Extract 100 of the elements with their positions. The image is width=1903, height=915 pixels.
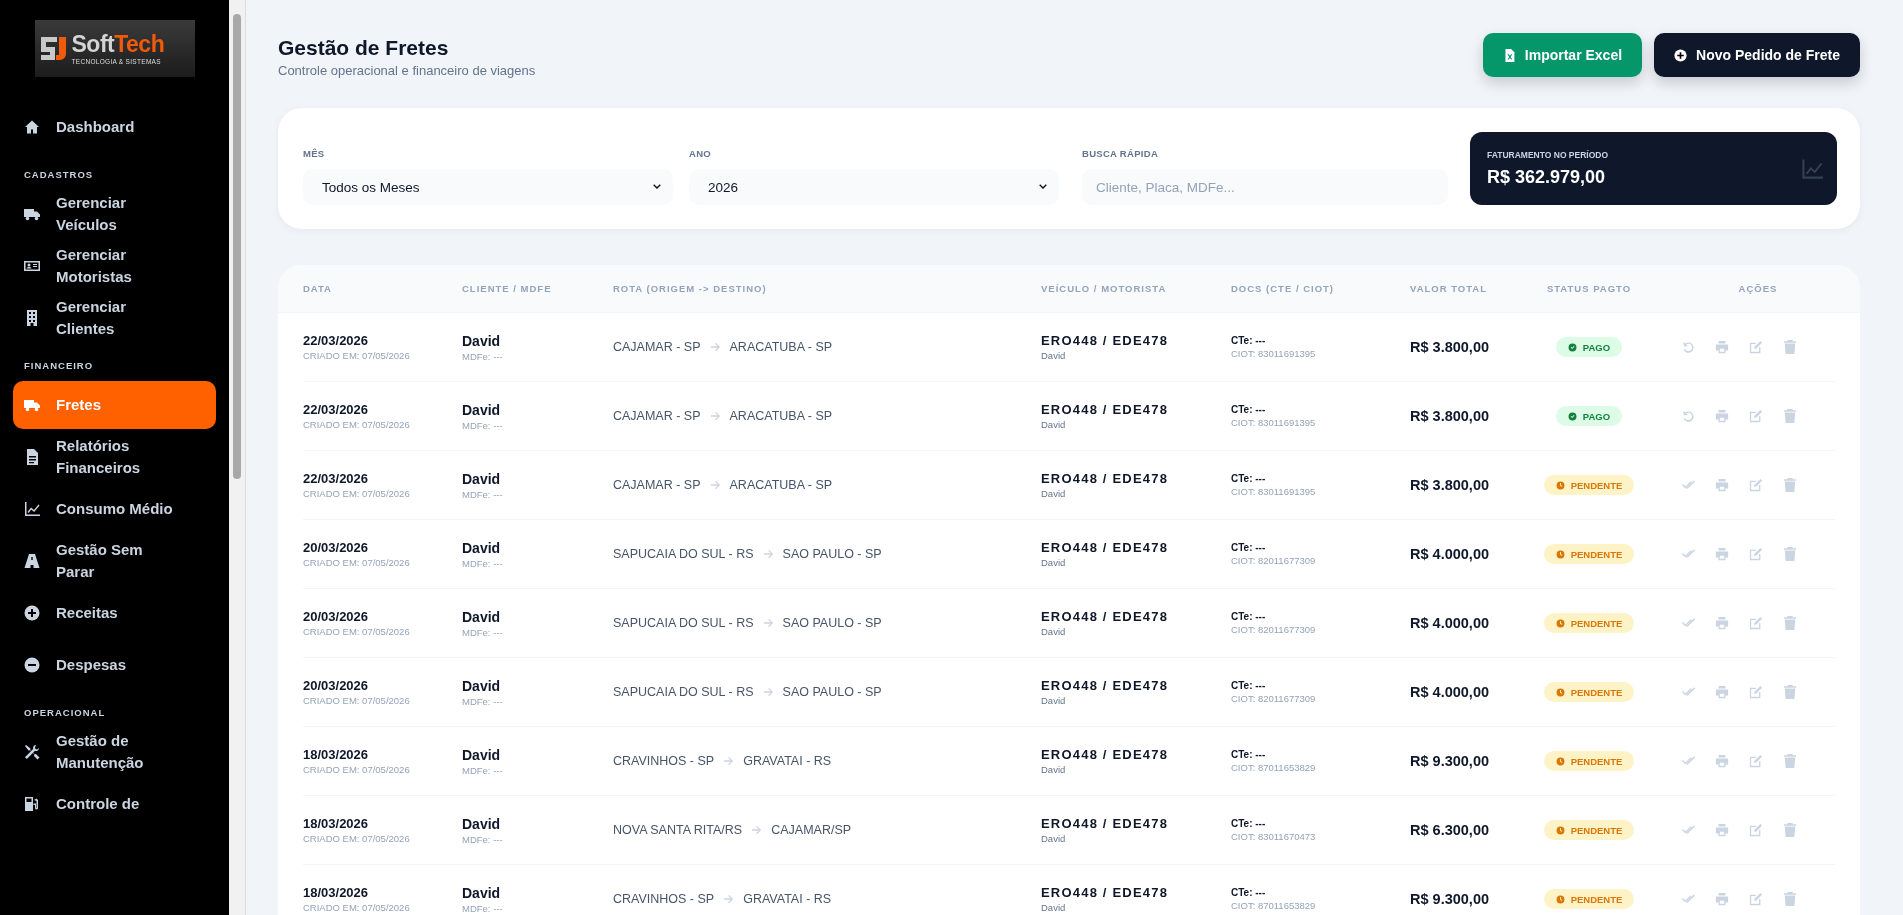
cte-text: CTe: --- <box>1231 473 1266 484</box>
status-badge: PAGO <box>1555 406 1623 426</box>
mark-paid-button[interactable] <box>1681 823 1695 837</box>
print-button[interactable] <box>1715 340 1729 354</box>
nav-item[interactable]: Despesas <box>13 641 216 689</box>
trash-icon <box>1783 547 1797 561</box>
mdfe-text: MDFe: --- <box>462 833 503 845</box>
delete-button[interactable] <box>1783 616 1797 630</box>
ciot-text: CIOT: 83011670473 <box>1231 831 1316 842</box>
print-button[interactable] <box>1715 754 1729 768</box>
delete-button[interactable] <box>1783 547 1797 561</box>
nav-item[interactable]: Relatórios Financeiros <box>13 433 216 481</box>
delete-button[interactable] <box>1783 823 1797 837</box>
nav-icon <box>24 501 40 517</box>
delete-button[interactable] <box>1783 754 1797 768</box>
driver-name: David <box>1041 626 1066 637</box>
status-badge: PENDENTE <box>1543 751 1635 771</box>
edit-icon <box>1749 616 1763 630</box>
edit-icon <box>1749 823 1763 837</box>
mark-paid-button[interactable] <box>1681 616 1695 630</box>
check-circle-icon <box>1567 342 1577 352</box>
print-button[interactable] <box>1715 409 1729 423</box>
client-name: David <box>462 470 501 487</box>
column-header: VALOR TOTAL <box>1410 283 1487 294</box>
edit-button[interactable] <box>1749 409 1763 423</box>
delete-button[interactable] <box>1783 409 1797 423</box>
nav-icon <box>24 119 40 135</box>
edit-button[interactable] <box>1749 754 1763 768</box>
print-button[interactable] <box>1715 547 1729 561</box>
edit-button[interactable] <box>1749 478 1763 492</box>
undo-button[interactable] <box>1681 340 1695 354</box>
new-order-button[interactable]: Novo Pedido de Frete <box>1654 33 1860 77</box>
created-date-text: CRIADO EM: 07/05/2026 <box>303 833 410 844</box>
cte-text: CTe: --- <box>1231 542 1266 553</box>
mark-paid-button[interactable] <box>1681 685 1695 699</box>
edit-icon <box>1749 340 1763 354</box>
scrollbar[interactable] <box>229 0 246 915</box>
mark-paid-button[interactable] <box>1681 754 1695 768</box>
nav-item[interactable]: Gerenciar Clientes <box>13 294 216 342</box>
delete-button[interactable] <box>1783 685 1797 699</box>
print-button[interactable] <box>1715 892 1729 906</box>
clock-icon <box>1555 618 1565 628</box>
printer-icon <box>1715 478 1729 492</box>
client-name: David <box>462 332 501 349</box>
nav-item[interactable]: Controle de <box>13 780 216 828</box>
mdfe-text: MDFe: --- <box>462 626 503 638</box>
edit-button[interactable] <box>1749 616 1763 630</box>
delete-button[interactable] <box>1783 892 1797 906</box>
total-value: R$ 3.800,00 <box>1410 477 1489 493</box>
field-label: MÊS <box>303 148 326 159</box>
edit-button[interactable] <box>1749 340 1763 354</box>
nav-item[interactable]: Gerenciar Veículos <box>13 190 216 238</box>
arrow-right-icon <box>709 480 721 490</box>
nav-item[interactable]: Gestão Sem Parar <box>13 537 216 585</box>
nav-item[interactable]: Gestão de Manutenção <box>13 728 216 776</box>
edit-button[interactable] <box>1749 823 1763 837</box>
search-field[interactable]: Cliente, Placa, MDFe... <box>1082 169 1448 205</box>
date-text: 20/03/2026 <box>303 678 369 693</box>
created-date-text: CRIADO EM: 07/05/2026 <box>303 764 410 775</box>
printer-icon <box>1715 685 1729 699</box>
arrow-right-icon <box>762 618 774 628</box>
nav-item[interactable]: Consumo Médio <box>13 485 216 533</box>
arrow-right-icon <box>709 411 721 421</box>
clock-icon <box>1555 687 1565 697</box>
mark-paid-button[interactable] <box>1681 478 1695 492</box>
year-select[interactable]: 2026 <box>689 169 1059 205</box>
nav-item[interactable]: Receitas <box>13 589 216 637</box>
nav-item[interactable]: Gerenciar Motoristas <box>13 242 216 290</box>
ciot-text: CIOT: 87011653829 <box>1231 762 1316 773</box>
delete-button[interactable] <box>1783 478 1797 492</box>
column-header: AÇÕES <box>1738 283 1778 294</box>
status-badge: PENDENTE <box>1543 889 1635 909</box>
mdfe-text: MDFe: --- <box>462 419 503 431</box>
arrow-right-icon <box>762 549 774 559</box>
delete-button[interactable] <box>1783 340 1797 354</box>
date-text: 18/03/2026 <box>303 885 369 900</box>
origin-text: SAPUCAIA DO SUL - RS <box>613 547 754 561</box>
double-check-icon <box>1681 616 1695 630</box>
print-button[interactable] <box>1715 478 1729 492</box>
cte-text: CTe: --- <box>1231 887 1266 898</box>
arrow-right-icon <box>723 894 735 904</box>
edit-button[interactable] <box>1749 892 1763 906</box>
print-button[interactable] <box>1715 685 1729 699</box>
mark-paid-button[interactable] <box>1681 547 1695 561</box>
undo-button[interactable] <box>1681 409 1695 423</box>
page-title: Gestão de Fretes <box>278 36 450 60</box>
import-button[interactable]: Importar Excel <box>1482 33 1643 77</box>
double-check-icon <box>1681 547 1695 561</box>
ciot-text: CIOT: 83011691395 <box>1231 348 1316 359</box>
month-select[interactable]: Todos os Meses <box>303 169 673 205</box>
line-chart-icon <box>1801 157 1823 180</box>
nav-item[interactable]: Dashboard <box>13 103 216 151</box>
client-name: David <box>462 746 501 763</box>
mdfe-text: MDFe: --- <box>462 350 503 362</box>
mark-paid-button[interactable] <box>1681 892 1695 906</box>
print-button[interactable] <box>1715 823 1729 837</box>
edit-icon <box>1749 892 1763 906</box>
edit-button[interactable] <box>1749 547 1763 561</box>
print-button[interactable] <box>1715 616 1729 630</box>
edit-button[interactable] <box>1749 685 1763 699</box>
